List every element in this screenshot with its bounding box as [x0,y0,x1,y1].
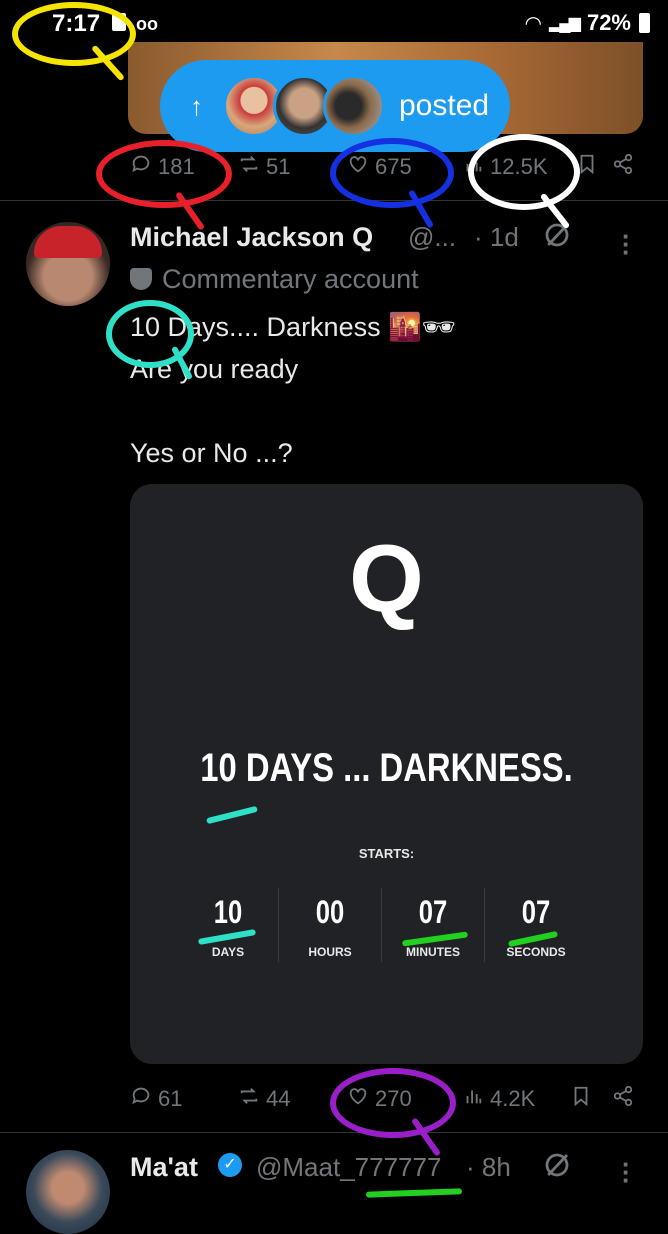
yellow-circle-mark [12,2,136,66]
countdown-days: 10 DAYS [176,894,280,959]
author-avatar[interactable] [26,222,110,306]
views-button[interactable]: 4.2K [462,1085,535,1113]
bookmark-icon [570,1085,592,1113]
red-circle-mark [96,140,232,208]
countdown-hours: 00 HOURS [278,894,382,959]
reply-icon [130,1085,152,1113]
arrow-up-icon: ↑ [190,90,203,121]
next-author-handle[interactable]: @Maat_777777 [256,1152,441,1183]
more-options-icon[interactable]: · · · [622,1151,631,1193]
minutes-value: 07 [418,894,448,930]
author-name[interactable]: Michael Jackson Q [130,222,373,253]
grok-icon[interactable] [542,1150,572,1180]
share-button[interactable] [612,153,634,181]
masks-icon [130,268,152,290]
voicemail-icon: oo [136,14,158,34]
starts-label: STARTS: [358,846,415,861]
countdown-seconds: 07 SECONDS [484,894,588,959]
next-tweet-time[interactable]: · 8h [466,1152,511,1183]
wifi-icon: ◠ [525,12,541,35]
q-logo: Q [349,525,424,632]
bookmark-button[interactable] [570,1085,592,1113]
posted-label: posted [399,89,490,122]
next-author-avatar[interactable] [26,1150,110,1234]
battery-icon [639,13,650,33]
seconds-value: 07 [521,894,551,930]
seconds-label: SECONDS [506,945,566,959]
repost-icon [238,153,260,181]
repost-count: 44 [266,1086,291,1111]
minutes-label: MINUTES [406,945,460,959]
poster-avatar-3 [323,75,385,137]
hours-value: 00 [315,894,345,930]
white-circle-mark [468,134,580,210]
more-options-icon[interactable]: · · · [622,223,631,265]
hours-label: HOURS [308,945,352,959]
share-icon [612,1085,634,1113]
verified-badge: ✓ [218,1153,242,1177]
reply-count: 61 [158,1086,183,1111]
views-icon [462,1085,484,1113]
share-icon [612,153,634,181]
status-icons: ◠ ▂▄▆ 72% [526,10,650,36]
days-label: DAYS [211,945,245,959]
blue-circle-mark [330,138,454,208]
tweet-time[interactable]: · 1d [474,222,519,253]
repost-icon [238,1085,260,1113]
purple-circle-mark [330,1068,456,1138]
views-count: 4.2K [490,1086,536,1111]
share-button[interactable] [612,1085,634,1113]
commentary-label: Commentary account [130,264,419,295]
verified-icon: ✓ [218,1153,242,1177]
new-posts-pill[interactable]: ↑ posted [160,60,510,152]
commentary-text: Commentary account [162,264,419,294]
divider [0,1132,668,1133]
repost-count: 51 [266,154,291,179]
next-author-name[interactable]: Ma'at [130,1152,198,1183]
countdown-image[interactable]: Q 10 DAYS ... DARKNESS. STARTS: 10 DAYS … [130,484,643,1064]
countdown-minutes: 07 MINUTES [381,894,485,959]
card-headline: 10 DAYS ... DARKNESS. [200,746,573,790]
green-underline-mark [365,1188,463,1198]
repost-button[interactable]: 51 [238,153,290,181]
red-cap [34,226,102,258]
battery-level: 72% [586,10,631,35]
days-value: 10 [213,894,243,930]
reply-button[interactable]: 61 [130,1085,182,1113]
repost-button[interactable]: 44 [238,1085,290,1113]
divider [0,200,668,201]
signal-icon: ▂▄▆ [549,15,581,32]
